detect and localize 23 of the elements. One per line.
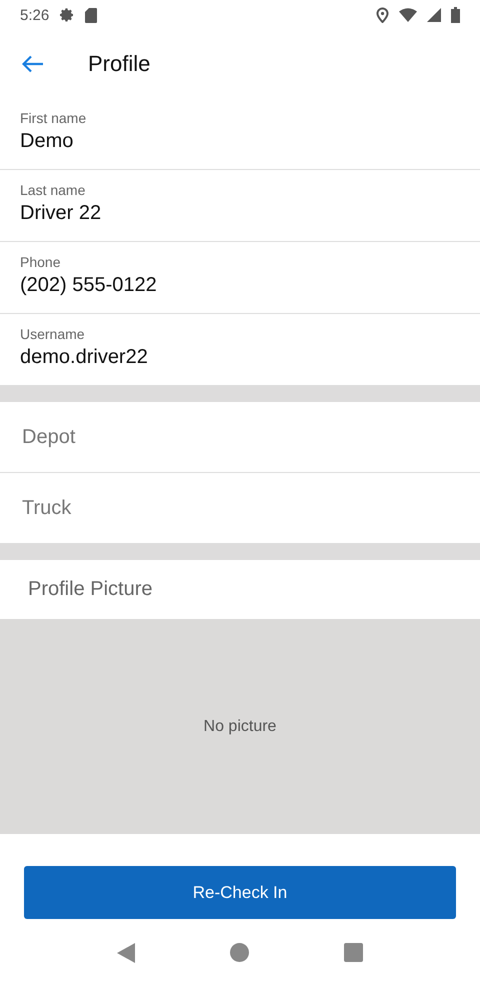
field-label: Phone <box>20 254 62 270</box>
field-value: (202) 555-0122 <box>20 274 158 297</box>
location-icon <box>376 7 389 23</box>
recheck-button[interactable]: Re-Check In <box>24 866 456 919</box>
battery-icon <box>451 7 460 23</box>
recents-nav-icon[interactable] <box>344 943 363 962</box>
field-label: First name <box>20 110 88 126</box>
field-value: Driver 22 <box>20 202 102 225</box>
empty-text: No picture <box>204 718 276 736</box>
page-title: Profile <box>88 51 150 77</box>
field-label: Last name <box>20 182 86 198</box>
wifi-icon <box>399 8 417 22</box>
field-value: demo.driver22 <box>20 346 149 369</box>
settings-icon <box>59 7 76 23</box>
home-nav-icon[interactable] <box>230 943 249 962</box>
sd-card-icon <box>85 8 98 22</box>
section-title: Profile Picture <box>27 577 154 602</box>
signal-icon <box>427 8 441 22</box>
back-button[interactable] <box>22 55 44 73</box>
field-label: Username <box>20 326 86 342</box>
field-value: Demo <box>20 130 74 153</box>
status-time: 5:26 <box>20 6 50 24</box>
back-nav-icon[interactable] <box>117 942 136 962</box>
